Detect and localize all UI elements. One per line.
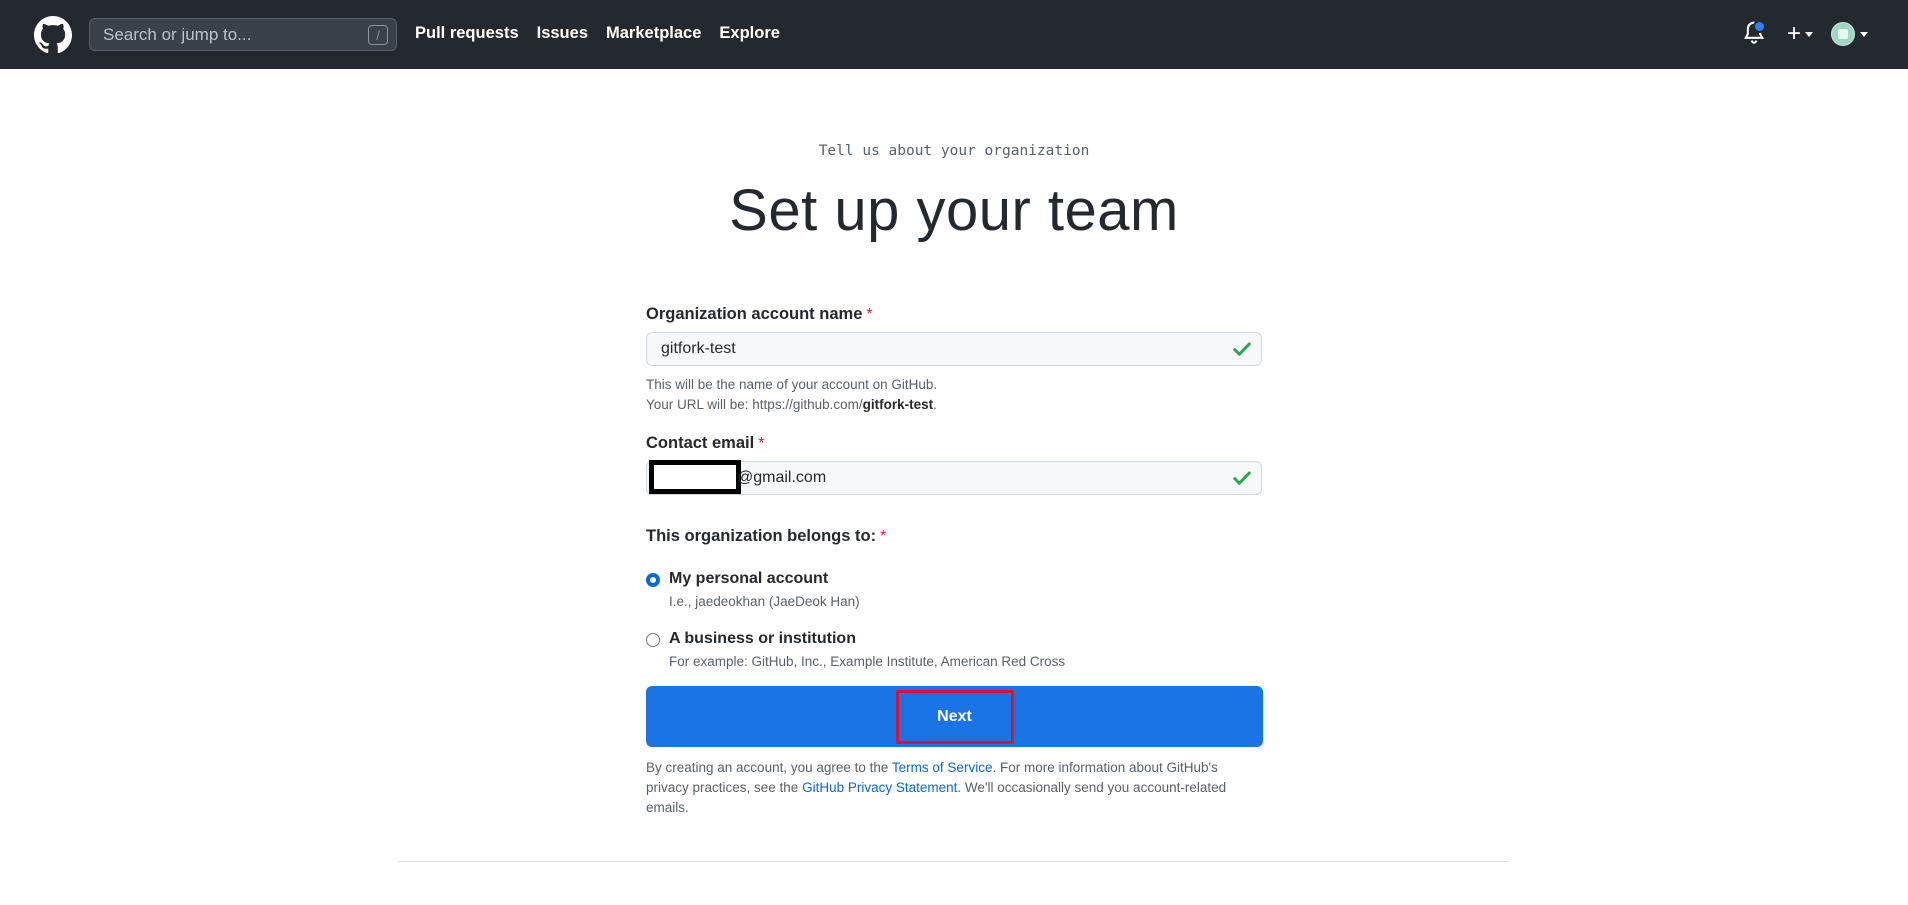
page-subtitle: Tell us about your organization (818, 143, 1090, 159)
global-header: Search or jump to... / Pull requests Iss… (0, 0, 1908, 69)
required-asterisk: * (866, 306, 873, 323)
email-label: Contact email * (646, 434, 1262, 453)
notification-indicator (1752, 20, 1766, 33)
url-suffix: . (933, 397, 937, 412)
radio-option-desc: I.e., jaedeokhan (JaeDeok Han) (669, 594, 860, 609)
nav-explore[interactable]: Explore (719, 24, 780, 43)
search-shortcut-key: / (368, 25, 388, 45)
email-value: @gmail.com (737, 469, 827, 486)
org-name-label-text: Organization account name (646, 305, 863, 323)
legal-part1: By creating an account, you agree to the (646, 760, 892, 775)
radio-option-personal[interactable]: My personal account I.e., jaedeokhan (Ja… (646, 570, 860, 609)
highlight-annotation-box (896, 690, 1014, 744)
header-actions: + (1743, 20, 1868, 48)
url-prefix: Your URL will be: https://github.com/ (646, 397, 863, 412)
radio-option-desc: For example: GitHub, Inc., Example Insti… (669, 654, 1066, 669)
search-placeholder: Search or jump to... (103, 24, 252, 44)
org-name-value: gitfork-test (661, 340, 736, 357)
notifications-bell-icon[interactable] (1743, 20, 1767, 48)
search-input[interactable]: Search or jump to... / (89, 18, 397, 51)
email-label-text: Contact email (646, 434, 755, 452)
required-asterisk: * (880, 528, 887, 545)
privacy-statement-link[interactable]: GitHub Privacy Statement (802, 780, 957, 795)
footer-divider (398, 861, 1508, 862)
nav-marketplace[interactable]: Marketplace (606, 24, 701, 43)
user-avatar[interactable] (1831, 22, 1855, 46)
github-logo-icon[interactable] (34, 16, 72, 54)
page-title: Set up your team (729, 178, 1179, 243)
radio-option-title: My personal account (669, 570, 829, 587)
belongs-label-text: This organization belongs to: (646, 527, 877, 545)
radio-button-business[interactable] (646, 633, 660, 647)
org-name-note-line1: This will be the name of your account on… (646, 377, 938, 392)
checkmark-icon (1233, 471, 1251, 485)
radio-option-title: A business or institution (669, 630, 856, 647)
redaction-box (649, 460, 741, 494)
org-setup-form: Organization account name * gitfork-test … (646, 305, 1262, 546)
required-asterisk: * (758, 435, 765, 452)
create-new-plus-icon[interactable]: + (1787, 22, 1801, 46)
terms-of-service-link[interactable]: Terms of Service (892, 760, 993, 775)
radio-button-personal[interactable] (646, 573, 660, 587)
chevron-down-icon[interactable] (1805, 31, 1813, 37)
global-nav: Pull requests Issues Marketplace Explore (415, 24, 798, 43)
checkmark-icon (1233, 342, 1251, 356)
org-name-label: Organization account name * (646, 305, 1262, 324)
radio-option-business[interactable]: A business or institution For example: G… (646, 630, 1065, 669)
org-name-field[interactable]: gitfork-test (646, 332, 1262, 366)
chevron-down-icon[interactable] (1860, 31, 1868, 37)
org-name-note: This will be the name of your account on… (646, 375, 1262, 415)
nav-pull-requests[interactable]: Pull requests (415, 24, 519, 43)
belongs-label: This organization belongs to: * (646, 527, 1262, 546)
legal-text: By creating an account, you agree to the… (646, 758, 1262, 818)
email-field[interactable]: @gmail.com (646, 460, 1262, 495)
nav-issues[interactable]: Issues (537, 24, 588, 43)
org-name-note-line2: Your URL will be: https://github.com/git… (646, 395, 1262, 415)
url-slug: gitfork-test (862, 397, 934, 412)
